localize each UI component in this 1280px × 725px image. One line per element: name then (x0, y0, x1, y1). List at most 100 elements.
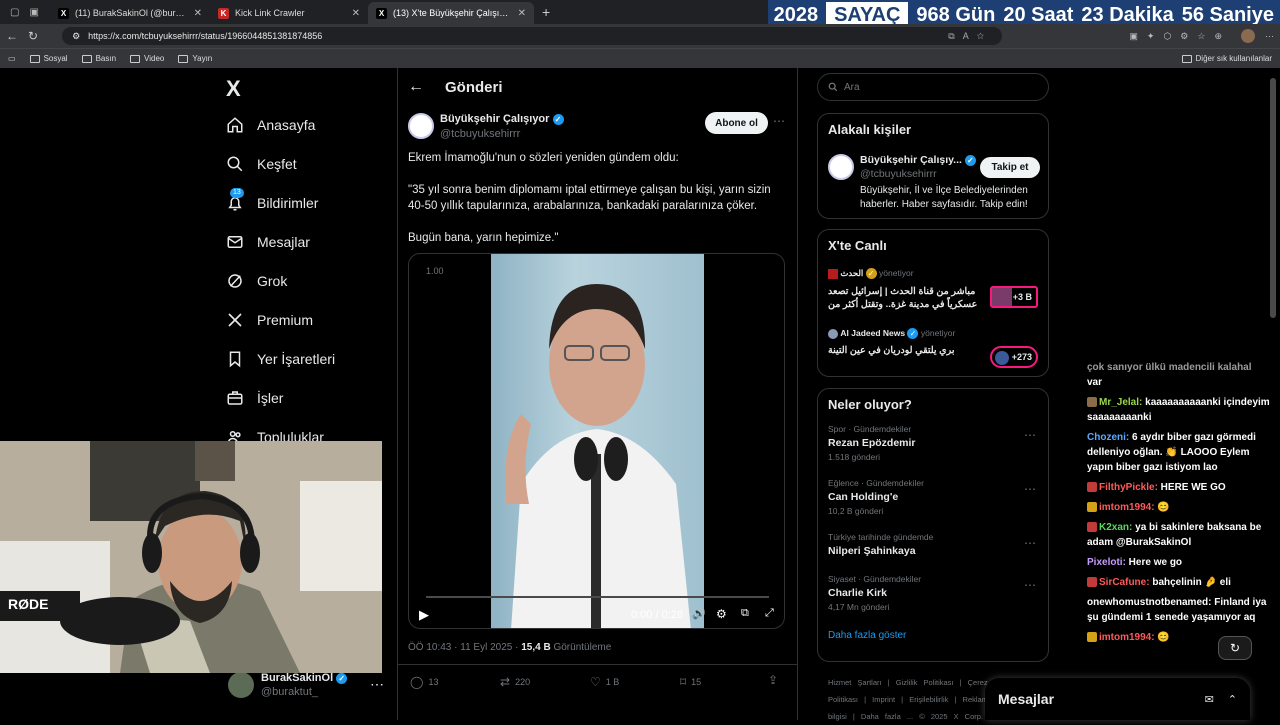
bookmark-icon: ⌑ (680, 675, 687, 689)
bookmark-folder-basin[interactable]: Basın (81, 54, 116, 63)
x-logo[interactable]: X (226, 76, 241, 102)
repost-icon: ⇄ (500, 675, 511, 689)
related-handle: @tcbuyuksehirrr (860, 168, 937, 180)
new-tab-button[interactable]: + (542, 4, 550, 20)
trend-item[interactable]: Türkiye tarihinde gündemde Nilperi Şahin… (818, 528, 1048, 570)
account-avatar[interactable] (228, 672, 254, 698)
tab-actions-icon[interactable]: ▣ (29, 7, 38, 18)
browser-tab-3[interactable]: X (13) X'te Büyükşehir Çalışıyor: "Ek ✕ (368, 2, 534, 24)
browser-tab-1[interactable]: X (11) BurakSakinOl (@buraktut_) / ✕ (50, 2, 210, 24)
author-handle: @tcbuyuksehirrr (440, 128, 521, 140)
workspaces-icon[interactable]: ▢ (10, 7, 19, 18)
webcam-overlay: RØDE (0, 441, 382, 673)
settings-icon[interactable]: ⚙ (716, 607, 727, 621)
extensions-icons[interactable]: ▣✦⬡⚙☆⊕ (1129, 31, 1231, 42)
footer-link[interactable]: Erişilebilirlik (909, 695, 948, 704)
site-info-icon[interactable]: ⚙ (72, 31, 80, 42)
trend-item[interactable]: Spor · Gündemdekiler Rezan Epözdemir 1.5… (818, 420, 1048, 474)
user-badge-icon (1087, 632, 1097, 643)
close-tab-icon[interactable]: ✕ (518, 8, 526, 19)
volume-icon[interactable]: 🔊 (692, 607, 706, 620)
bookmark-folder-yayin[interactable]: Yayın (178, 54, 212, 63)
author-info[interactable]: Büyükşehir Çalışıyor ✓ @tcbuyuksehirrr (440, 113, 564, 140)
show-more-link[interactable]: Daha fazla göster (818, 624, 1048, 647)
new-message-icon[interactable]: ✉ (1205, 693, 1214, 706)
back-arrow-icon[interactable]: ← (6, 29, 18, 43)
chat-message: var (1087, 375, 1273, 390)
nav-bookmarks[interactable]: Yer İşaretleri (226, 350, 335, 368)
related-avatar[interactable] (828, 154, 854, 180)
url-actions-icons[interactable]: ⧉A☆ (948, 31, 992, 42)
fullscreen-icon[interactable]: ⤢ (765, 607, 774, 620)
video-player[interactable]: 1.00 ▶ 0:00 / 0:28 🔊 ⚙ ⧉ ⤢ (408, 253, 785, 629)
nav-home[interactable]: Anasayfa (226, 116, 315, 134)
grok-icon (228, 274, 242, 288)
nav-messages[interactable]: Mesajlar (226, 233, 310, 251)
bookmark-icon[interactable]: ▭ (8, 54, 16, 63)
messages-drawer[interactable]: Mesajlar ✉ ⌃ (985, 678, 1250, 720)
expand-icon[interactable]: ⌃ (1228, 693, 1237, 706)
trend-context: Türkiye tarihinde gündemde (828, 532, 934, 542)
footer-separator: | (901, 695, 904, 704)
live-listeners[interactable]: +273 (990, 346, 1038, 368)
nav-premium[interactable]: Premium (226, 311, 313, 329)
page-scrollbar[interactable] (1270, 78, 1276, 318)
live-item[interactable]: الحدث ✓ yönetiyor مباشر من قناة الحدث | … (828, 268, 978, 311)
reply-button[interactable]: ◯ 13 (410, 675, 438, 689)
chat-message: Chozeni: 6 aydır biber gazı görmedi dell… (1087, 430, 1273, 475)
subscribe-button[interactable]: Abone ol (705, 112, 768, 134)
search-box[interactable]: Ara (817, 73, 1049, 101)
browser-tab-2[interactable]: K Kick Link Crawler ✕ (210, 2, 368, 24)
nav-grok[interactable]: Grok (226, 272, 287, 290)
pip-icon[interactable]: ⧉ (741, 607, 749, 620)
footer-link[interactable]: Imprint (872, 695, 895, 704)
folder-icon (1181, 54, 1192, 63)
close-tab-icon[interactable]: ✕ (352, 8, 360, 19)
live-listeners[interactable]: +3 B (990, 286, 1038, 308)
post-text-line: Bugün bana, yarın hepimize." (408, 232, 559, 244)
footer-separator: | (887, 678, 890, 687)
refresh-float-icon[interactable]: ↻ (1218, 636, 1252, 660)
footer-separator: | (864, 695, 867, 704)
views-count: 15,4 B (521, 642, 551, 653)
trend-item[interactable]: Eğlence · Gündemdekiler Can Holding'e 10… (818, 474, 1048, 528)
nav-explore[interactable]: Keşfet (226, 155, 297, 173)
post-timestamp: ÖÖ 10:43 · 11 Eyl 2025 · (408, 642, 522, 653)
author-avatar[interactable] (408, 113, 434, 139)
menu-icon[interactable]: ⋯ (1265, 31, 1274, 42)
live-status: yönetiyor (920, 328, 956, 338)
url-field[interactable]: ⚙ https://x.com/tcbuyuksehirrr/status/19… (62, 27, 1003, 45)
back-arrow-icon[interactable]: ← (408, 78, 424, 96)
stream-chat-overlay: çok sanıyor ülkü madencili kalahal var M… (1087, 360, 1273, 650)
reload-icon[interactable]: ↻ (28, 29, 38, 43)
repost-button[interactable]: ⇄ 220 (500, 675, 530, 689)
more-icon[interactable]: ⋯ (1024, 428, 1036, 442)
bookmark-button[interactable]: ⌑ 15 (680, 675, 701, 689)
more-icon[interactable]: ⋯ (1024, 536, 1036, 550)
account-menu-icon[interactable]: ⋯ (370, 676, 384, 693)
play-icon[interactable]: ▶ (419, 607, 429, 623)
folder-icon (29, 54, 40, 63)
other-bookmarks[interactable]: Diğer sık kullanılanlar (1181, 54, 1272, 63)
related-info[interactable]: Büyükşehir Çalışıy... ✓ @tcbuyuksehirrr (860, 154, 976, 180)
like-button[interactable]: ♡ 1 B (590, 675, 619, 689)
footer-link[interactable]: Gizlilik Politikası (896, 678, 954, 687)
account-info[interactable]: BurakSakinOl ✓ @buraktut_ (261, 672, 348, 698)
bookmark-folder-sosyal[interactable]: Sosyal (29, 54, 68, 63)
chat-username: imtom1994: (1099, 632, 1155, 643)
close-tab-icon[interactable]: ✕ (194, 8, 202, 19)
follow-button[interactable]: Takip et (980, 157, 1040, 178)
more-icon[interactable]: ⋯ (1024, 578, 1036, 592)
share-icon[interactable]: ⇪ (768, 673, 778, 687)
trend-item[interactable]: Siyaset · Gündemdekiler Charlie Kirk 4,1… (818, 570, 1048, 624)
nav-notifications[interactable]: 13 Bildirimler (226, 188, 318, 212)
bookmark-folder-video[interactable]: Video (130, 54, 164, 63)
footer-link[interactable]: Hizmet Şartları (828, 678, 882, 687)
nav-jobs[interactable]: İşler (226, 389, 283, 407)
post-more-icon[interactable]: ⋯ (773, 114, 785, 128)
video-progress-track[interactable] (426, 596, 769, 598)
more-icon[interactable]: ⋯ (1024, 482, 1036, 496)
live-item[interactable]: Al Jadeed News ✓ yönetiyor بري يلتقي لود… (828, 328, 978, 356)
profile-avatar[interactable] (1241, 29, 1255, 43)
chat-text: Here we go (1125, 557, 1183, 568)
